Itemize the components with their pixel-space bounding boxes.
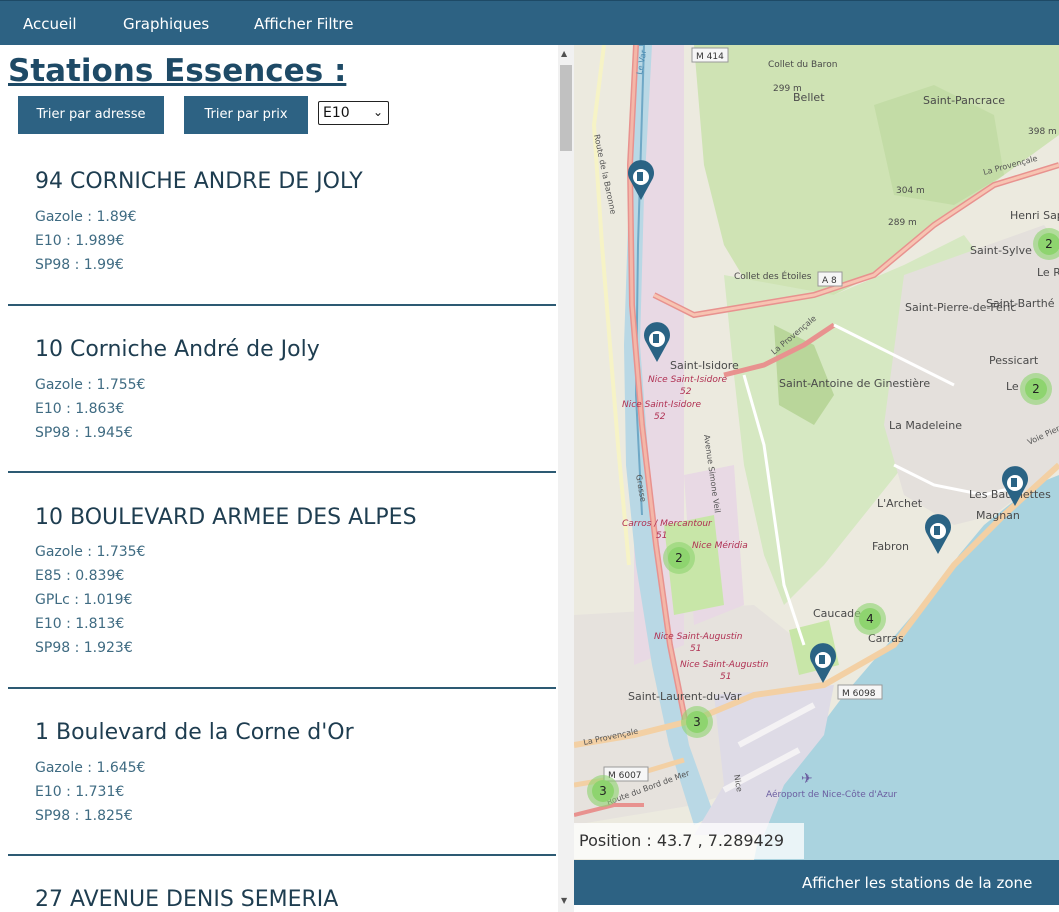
fuel-price: SP98 : 1.923€ (35, 640, 133, 656)
map-place-label: Le R (1037, 266, 1059, 279)
road-label: M 6098 (842, 689, 876, 699)
station-address: 1 Boulevard de la Corne d'Or (35, 720, 354, 745)
fuel-price: SP98 : 1.825€ (35, 808, 133, 824)
map-transit-label: Nice Méridia (692, 540, 748, 551)
page-title: Stations Essences : (8, 53, 347, 89)
svg-text:2: 2 (1045, 237, 1053, 251)
stations-panel: Stations Essences : Trier par adresse Tr… (0, 45, 558, 912)
road-label: A 8 (822, 276, 837, 286)
fuel-price: E10 : 1.863€ (35, 401, 125, 417)
map-place-label: Magnan (976, 509, 1020, 522)
fuel-price: E10 : 1.989€ (35, 233, 125, 249)
map-transit-label: 51 (720, 672, 731, 682)
fuel-price: SP98 : 1.945€ (35, 425, 133, 441)
station-cluster[interactable]: 4 (854, 603, 886, 635)
top-navbar: Accueil Graphiques Afficher Filtre (0, 0, 1059, 45)
map-place-label: Henri Sap (1010, 209, 1059, 222)
svg-text:4: 4 (866, 612, 874, 626)
scroll-down-arrow-icon[interactable]: ▼ (561, 896, 567, 905)
svg-text:3: 3 (599, 784, 607, 798)
sort-by-price-button[interactable]: Trier par prix (184, 96, 308, 134)
map-place-label: Saint-Antoine de Ginestière (779, 377, 930, 390)
station-cluster[interactable]: 2 (1020, 373, 1052, 405)
station-address: 27 AVENUE DENIS SEMERIA (35, 887, 339, 912)
map-place-label: Le (1006, 380, 1019, 393)
map-transit-label: 51 (690, 644, 701, 654)
road-label: M 414 (696, 52, 724, 62)
fuel-price: E85 : 0.839€ (35, 568, 125, 584)
chevron-down-icon: ⌄ (372, 105, 383, 119)
map-place-label: Pessicart (989, 354, 1039, 367)
map-place-label: 299 m (773, 84, 802, 94)
fuel-price: Gazole : 1.89€ (35, 209, 137, 225)
map-place-label: Saint-Laurent-du-Var (628, 690, 742, 703)
station-address: 94 CORNICHE ANDRE DE JOLY (35, 169, 363, 194)
station-divider (8, 471, 556, 473)
map-place-label: Saint-Pancrace (923, 94, 1005, 107)
map-transit-label: 51 (656, 531, 667, 541)
stations-scrollbar[interactable]: ▲ ▼ (558, 45, 574, 912)
map-view[interactable]: M 414 A 8 M 6098 M 6007 Bellet Saint-Pan… (574, 45, 1059, 860)
map-transit-label: Carros / Mercantour (622, 519, 713, 529)
map-transit-label: Nice Saint-Augustin (680, 660, 769, 670)
map-place-label: La Madeleine (889, 419, 962, 432)
fuel-type-select-value: E10 (323, 105, 350, 121)
fuel-price: SP98 : 1.99€ (35, 257, 124, 273)
map-place-label: Collet du Baron (768, 60, 837, 70)
position-text: Position : 43.7 , 7.289429 (579, 831, 785, 850)
map-transit-label: 52 (680, 387, 692, 397)
show-zone-stations-button[interactable]: Afficher les stations de la zone (574, 860, 1059, 905)
fuel-price: E10 : 1.813€ (35, 616, 125, 632)
svg-text:3: 3 (693, 715, 701, 729)
station-divider (8, 304, 556, 306)
map-place-label: Collet des Étoiles (734, 270, 812, 282)
station-divider (8, 687, 556, 689)
nav-accueil[interactable]: Accueil (23, 15, 77, 33)
sort-by-address-button[interactable]: Trier par adresse (18, 96, 164, 134)
map-place-label: 289 m (888, 218, 917, 228)
station-cluster[interactable]: 3 (587, 775, 619, 807)
map-place-label: 304 m (896, 186, 925, 196)
station-divider (8, 854, 556, 856)
scroll-up-arrow-icon[interactable]: ▲ (561, 49, 567, 58)
map-tiles: M 414 A 8 M 6098 M 6007 Bellet Saint-Pan… (574, 45, 1059, 860)
map-transit-label: Nice Saint-Isidore (622, 400, 702, 410)
airport-icon: ✈ (801, 771, 813, 787)
map-place-label: L'Archet (877, 497, 923, 510)
fuel-type-select[interactable]: E10 ⌄ (318, 101, 389, 125)
map-place-label: Saint-Barthé (986, 297, 1055, 310)
map-transit-label: Nice Saint-Augustin (654, 632, 743, 642)
show-zone-stations-label: Afficher les stations de la zone (802, 874, 1033, 892)
station-address: 10 BOULEVARD ARMEE DES ALPES (35, 505, 417, 530)
position-readout: Position : 43.7 , 7.289429 (574, 823, 804, 859)
map-place-label: 398 m (1028, 127, 1057, 137)
map-place-label: Aéroport de Nice-Côte d'Azur (766, 789, 897, 800)
fuel-price: E10 : 1.731€ (35, 784, 125, 800)
map-place-label: Fabron (872, 540, 909, 553)
station-address: 10 Corniche André de Joly (35, 337, 320, 362)
svg-text:2: 2 (675, 551, 683, 565)
map-place-label: Saint-Sylve (970, 244, 1032, 257)
map-transit-label: Nice Saint-Isidore (648, 375, 728, 385)
nav-graphiques[interactable]: Graphiques (123, 15, 209, 33)
fuel-price: Gazole : 1.735€ (35, 544, 146, 560)
map-place-label: Caucade (813, 607, 861, 620)
fuel-price: GPLc : 1.019€ (35, 592, 133, 608)
map-place-label: Saint-Isidore (670, 359, 739, 372)
station-cluster[interactable]: 3 (681, 706, 713, 738)
svg-text:2: 2 (1032, 382, 1040, 396)
scrollbar-thumb[interactable] (560, 65, 572, 151)
fuel-price: Gazole : 1.645€ (35, 760, 146, 776)
station-cluster[interactable]: 2 (663, 542, 695, 574)
nav-afficher-filtre[interactable]: Afficher Filtre (254, 15, 354, 33)
map-transit-label: 52 (654, 412, 666, 422)
fuel-price: Gazole : 1.755€ (35, 377, 146, 393)
